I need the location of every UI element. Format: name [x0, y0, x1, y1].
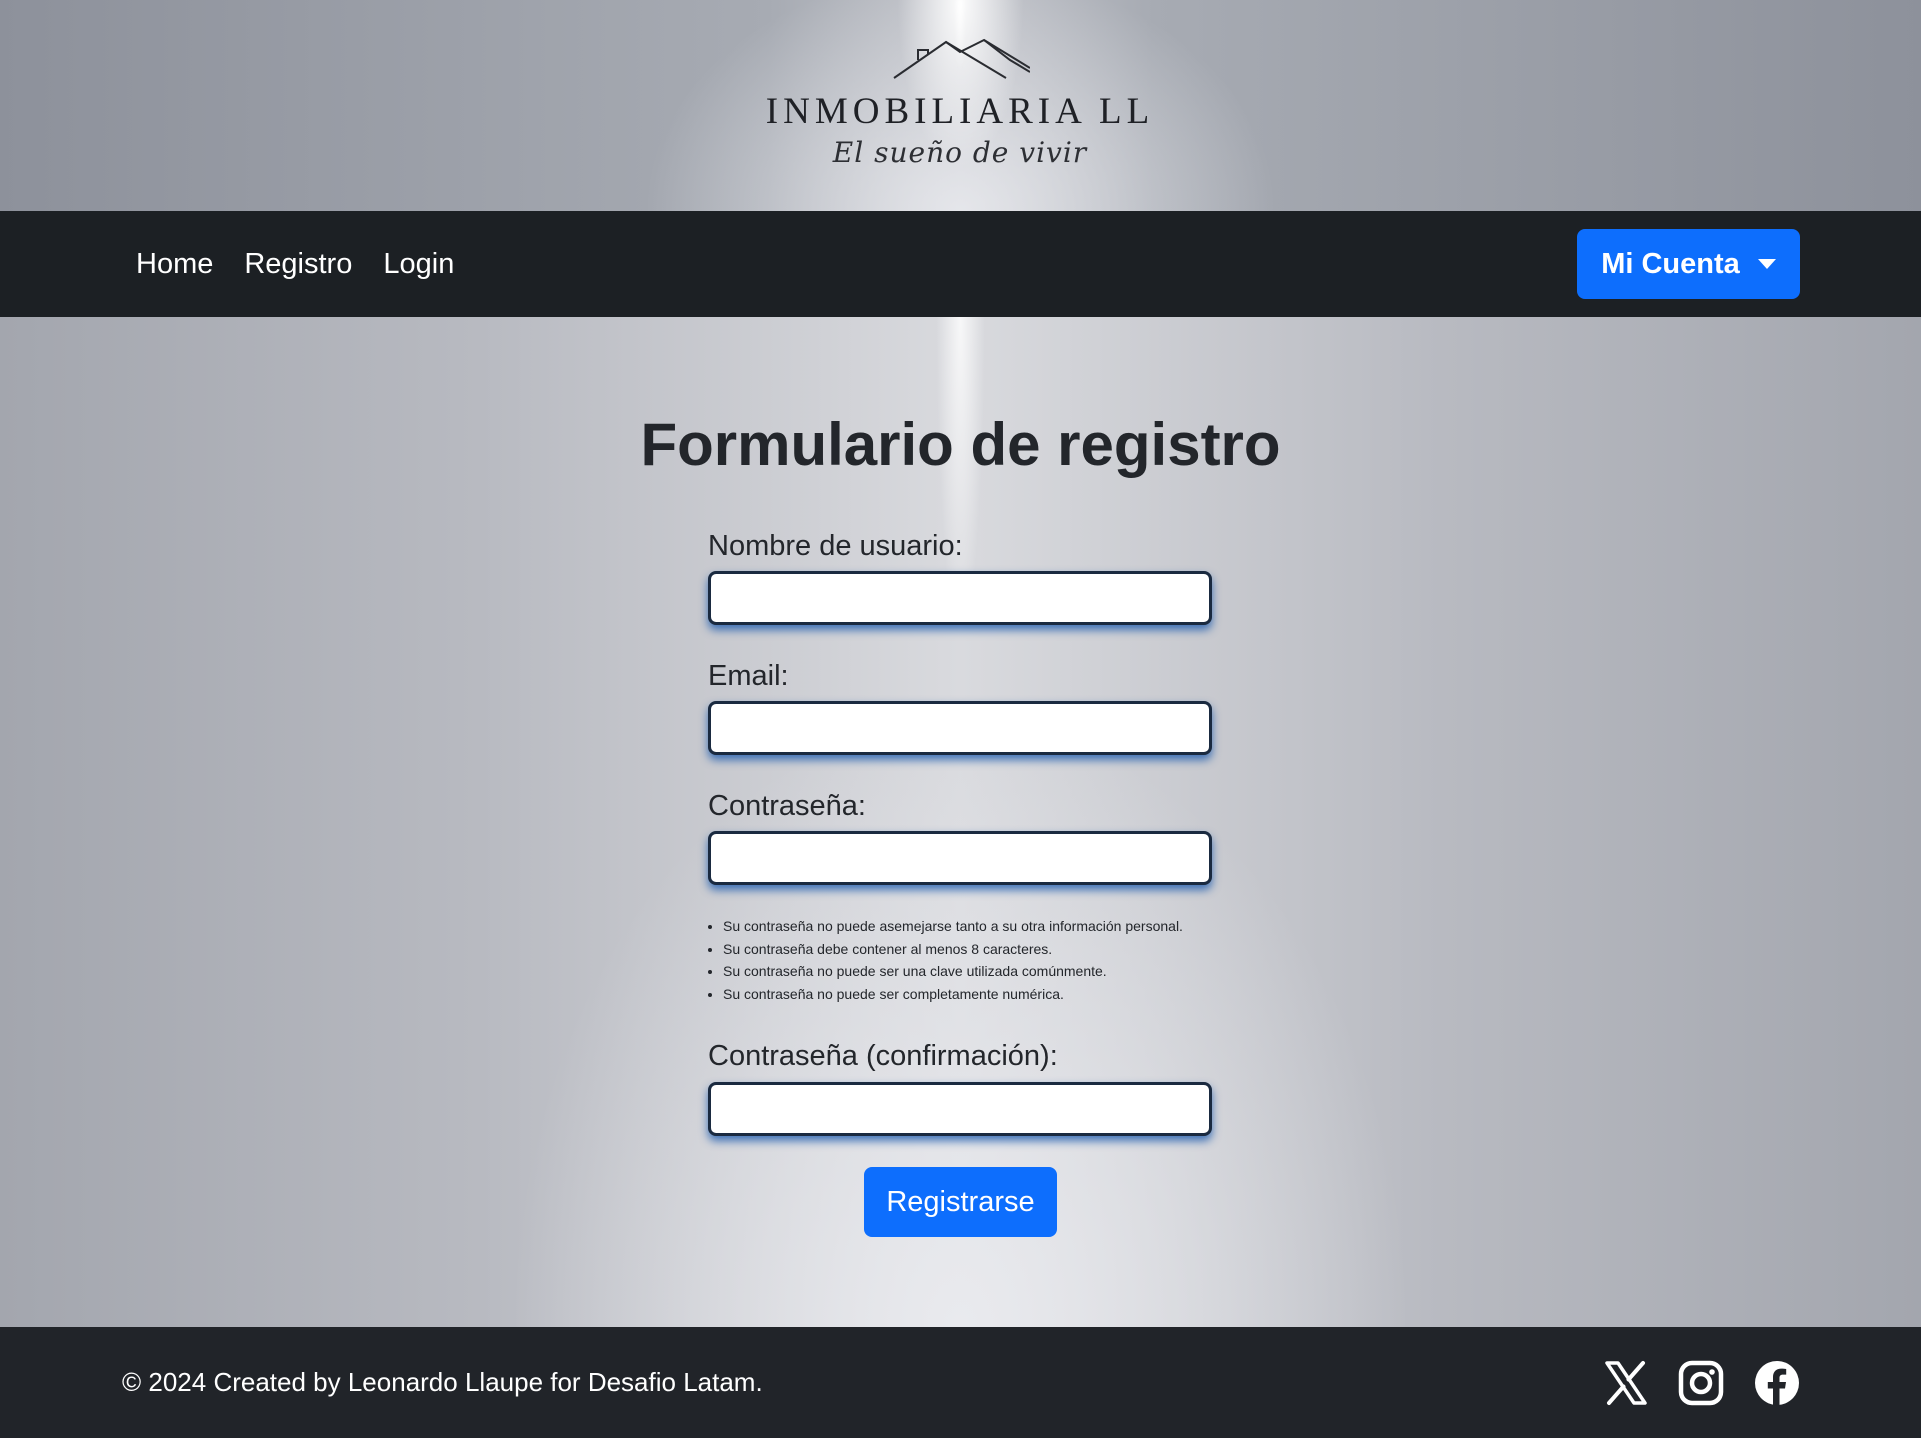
main-content: Formulario de registro Nombre de usuario… [0, 317, 1921, 1327]
house-roof-icon [893, 38, 1030, 79]
username-input[interactable] [708, 571, 1212, 625]
copyright-text: © 2024 Created by Leonardo Llaupe for De… [122, 1367, 763, 1397]
password-help-item: Su contraseña no puede asemejarse tanto … [723, 915, 1183, 938]
username-label: Nombre de usuario: [708, 530, 963, 562]
password-label: Contraseña: [708, 790, 866, 822]
password-input[interactable] [708, 831, 1212, 885]
password-help-item: Su contraseña debe contener al menos 8 c… [723, 938, 1183, 961]
nav-link-login[interactable]: Login [383, 248, 454, 281]
email-label: Email: [708, 660, 789, 692]
site-footer: © 2024 Created by Leonardo Llaupe for De… [0, 1327, 1921, 1438]
instagram-icon[interactable] [1678, 1360, 1724, 1406]
facebook-icon[interactable] [1754, 1360, 1800, 1406]
register-button[interactable]: Registrarse [864, 1167, 1057, 1237]
password-help-item: Su contraseña no puede ser completamente… [723, 983, 1183, 1006]
navbar: Home Registro Login Mi Cuenta [0, 211, 1921, 317]
logo: INMOBILIARIA LL El sueño de vivir [760, 38, 1160, 178]
password-confirm-label: Contraseña (confirmación): [708, 1040, 1058, 1072]
page-title: Formulario de registro [640, 411, 1281, 478]
logo-tagline: El sueño de vivir [832, 136, 1088, 169]
nav-links: Home Registro Login [136, 211, 485, 317]
password-help-item: Su contraseña no puede ser una clave uti… [723, 960, 1183, 983]
nav-link-registro[interactable]: Registro [244, 248, 352, 281]
account-label: Mi Cuenta [1601, 247, 1740, 280]
email-input[interactable] [708, 701, 1212, 755]
password-help-list: Su contraseña no puede asemejarse tanto … [704, 915, 1183, 1005]
password-confirm-input[interactable] [708, 1082, 1212, 1136]
account-dropdown-button[interactable]: Mi Cuenta [1577, 229, 1800, 299]
x-icon[interactable] [1603, 1360, 1649, 1406]
logo-title: INMOBILIARIA LL [765, 91, 1155, 132]
site-header: INMOBILIARIA LL El sueño de vivir [0, 0, 1921, 211]
nav-link-home[interactable]: Home [136, 248, 213, 281]
caret-down-icon [1757, 259, 1776, 269]
